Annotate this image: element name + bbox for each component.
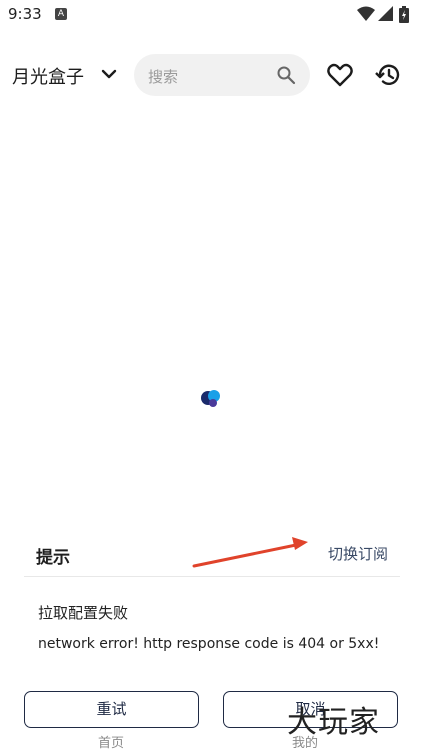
search-input[interactable]: 搜索 bbox=[134, 54, 310, 96]
search-placeholder: 搜索 bbox=[148, 68, 179, 86]
watermark-logo: 大玩家 bbox=[287, 705, 380, 740]
dialog-title: 提示 bbox=[36, 548, 70, 568]
notification-icon: A bbox=[55, 8, 67, 20]
app-title[interactable]: 月光盒子 bbox=[12, 63, 84, 89]
status-icons bbox=[355, 6, 415, 23]
chevron-down-icon[interactable] bbox=[98, 63, 120, 85]
bottom-nav-home-label: 首页 bbox=[98, 736, 125, 751]
favorites-heart-icon[interactable] bbox=[326, 62, 354, 88]
switch-subscription-link[interactable]: 切换订阅 bbox=[328, 543, 388, 564]
dialog-divider bbox=[24, 576, 400, 577]
battery-icon bbox=[399, 6, 409, 23]
signal-icon bbox=[378, 6, 393, 21]
dialog-error-detail: network error! http response code is 404… bbox=[38, 636, 380, 652]
loading-spinner-icon bbox=[201, 390, 220, 407]
dialog-message: 拉取配置失败 bbox=[38, 604, 129, 622]
status-time: 9:33 bbox=[8, 5, 42, 23]
search-icon[interactable] bbox=[276, 65, 296, 85]
status-bar: 9:33 A bbox=[0, 0, 423, 30]
retry-button[interactable]: 重试 bbox=[24, 691, 199, 728]
wifi-icon bbox=[357, 6, 375, 21]
app-header: 月光盒子 搜索 bbox=[0, 50, 423, 100]
history-icon[interactable] bbox=[374, 62, 402, 88]
